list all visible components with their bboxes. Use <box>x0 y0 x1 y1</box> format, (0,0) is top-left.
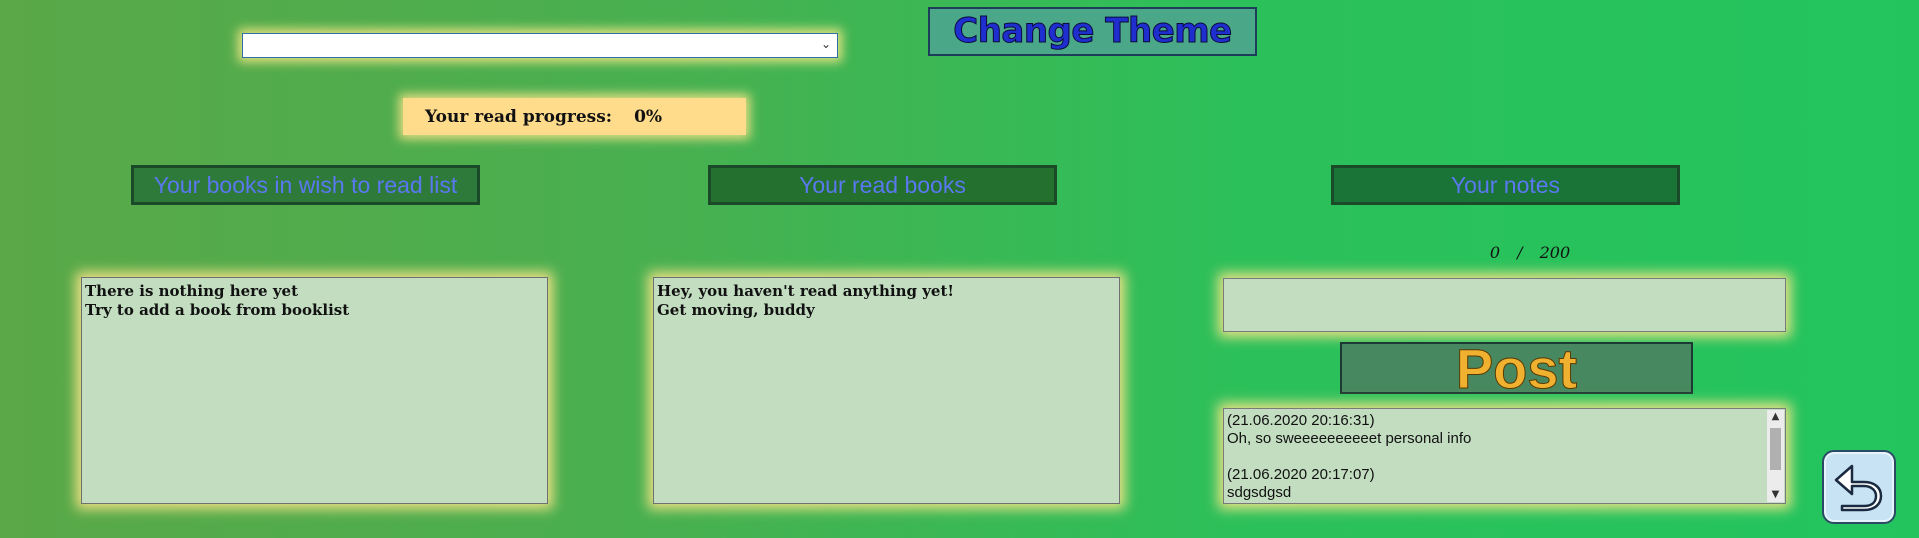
scroll-thumb[interactable] <box>1770 428 1781 470</box>
note-char-counter: 0 / 200 <box>1489 243 1571 262</box>
back-button[interactable] <box>1822 450 1896 524</box>
chevron-down-icon: ⌄ <box>820 37 831 51</box>
read-books-panel[interactable]: Hey, you haven't read anything yet! Get … <box>653 277 1120 504</box>
read-progress-panel: Your read progress: 0% <box>403 98 746 135</box>
notes-log[interactable]: (21.06.2020 20:16:31) Oh, so sweeeeeeeee… <box>1223 408 1786 504</box>
note-entry: (21.06.2020 20:17:07) sdgsdgsd <box>1227 466 1765 502</box>
notes-log-scrollbar[interactable]: ▲ ▼ <box>1767 410 1784 502</box>
note-input[interactable] <box>1223 278 1786 332</box>
back-arrow-icon <box>1834 464 1883 512</box>
wish-list-line: There is nothing here yet <box>85 282 299 300</box>
note-text: Oh, so sweeeeeeeeeet personal info <box>1227 430 1472 447</box>
note-timestamp: (21.06.2020 20:16:31) <box>1227 412 1375 429</box>
wish-list-line: Try to add a book from booklist <box>85 301 350 319</box>
read-books-header[interactable]: Your read books <box>708 165 1057 205</box>
post-button[interactable]: Post <box>1340 340 1693 397</box>
notes-header[interactable]: Your notes <box>1331 165 1680 205</box>
wish-list-header[interactable]: Your books in wish to read list <box>131 165 480 205</box>
note-timestamp: (21.06.2020 20:17:07) <box>1227 466 1375 483</box>
note-entry: (21.06.2020 20:16:31) Oh, so sweeeeeeeee… <box>1227 412 1765 448</box>
scroll-up-icon[interactable]: ▲ <box>1767 410 1784 424</box>
read-books-line: Hey, you haven't read anything yet! <box>657 282 954 300</box>
theme-select[interactable]: ⌄ <box>242 33 838 58</box>
read-progress-value: 0% <box>634 106 663 127</box>
read-progress-label: Your read progress: <box>425 106 613 127</box>
read-books-line: Get moving, buddy <box>657 301 815 319</box>
change-theme-button[interactable]: Change Theme <box>928 7 1257 56</box>
note-text: sdgsdgsd <box>1227 484 1292 501</box>
wish-list-panel[interactable]: There is nothing here yet Try to add a b… <box>81 277 548 504</box>
scroll-down-icon[interactable]: ▼ <box>1767 488 1784 502</box>
